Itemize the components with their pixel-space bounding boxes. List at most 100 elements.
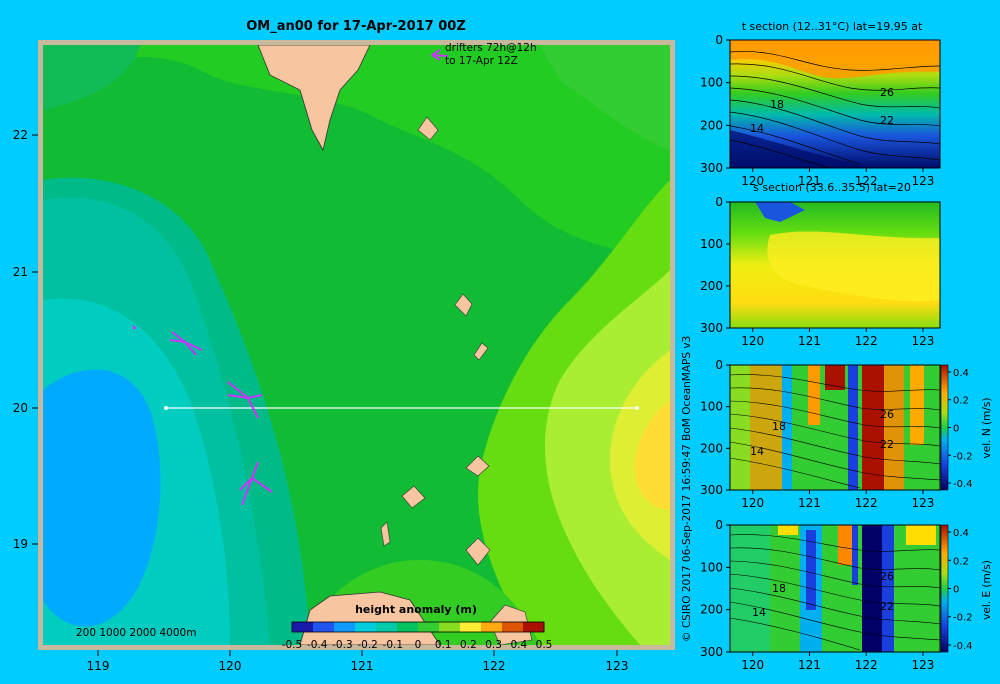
height-colorbar-swatch	[376, 622, 398, 632]
section-y-tick-label: 100	[700, 560, 723, 574]
section-x-tick-label: 123	[912, 174, 935, 188]
section-y-tick-label: 300	[700, 483, 723, 497]
velocity-colorbar-tick-label: 0	[953, 424, 959, 435]
velocity-band	[884, 365, 904, 490]
map-x-tick-label: 119	[87, 659, 110, 673]
section-x-tick-label: 120	[741, 334, 764, 348]
section-x-tick-label: 120	[741, 658, 764, 672]
height-colorbar-title: height anomaly (m)	[355, 603, 477, 616]
height-colorbar-tick-label: 0.4	[510, 639, 527, 651]
section-x-tick-label: 121	[798, 496, 821, 510]
height-colorbar-tick-label: 0.5	[536, 639, 553, 651]
map-y-tick-label: 20	[13, 401, 28, 415]
map-x-tick-label: 120	[219, 659, 242, 673]
section-x-tick-label: 121	[798, 334, 821, 348]
section-1-title: t section (12..31°C) lat=19.95 at	[742, 20, 923, 33]
contour-label: 26	[880, 86, 894, 99]
height-colorbar-tick-label: -0.3	[332, 639, 353, 651]
section-y-tick-label: 100	[700, 400, 723, 414]
height-colorbar-swatch	[481, 622, 503, 632]
velocity-colorbar-tick-label: -0.4	[953, 641, 973, 652]
contour-label: 26	[880, 408, 894, 421]
section-x-tick-label: 123	[912, 496, 935, 510]
velocity-band	[808, 365, 820, 425]
contour-label: 14	[750, 445, 764, 458]
drifter-label-line1: drifters 72h@12h	[445, 42, 537, 54]
section-y-tick-label: 0	[715, 358, 723, 372]
map-x-tick-label: 123	[606, 659, 629, 673]
contour-label: 22	[880, 438, 894, 451]
height-colorbar-swatch	[460, 622, 482, 632]
height-colorbar-swatch	[439, 622, 461, 632]
velocity-colorbar-tick-label: 0.2	[953, 396, 969, 407]
contour-label: 18	[772, 420, 786, 433]
velocity-colorbar-tick-label: 0.4	[953, 368, 969, 379]
height-colorbar-tick-label: -0.5	[282, 639, 303, 651]
velocity-band	[882, 525, 894, 652]
height-colorbar-tick-label: -0.1	[383, 639, 404, 651]
section-x-tick-label: 121	[798, 658, 821, 672]
contour-label: 22	[880, 114, 894, 127]
velocity-band	[730, 365, 750, 490]
section-4-colorbar-ticks: 0.4 0.2 0 -0.2 -0.4	[948, 528, 973, 652]
velocity-colorbar-tick-label: 0.4	[953, 528, 969, 539]
velocity-band	[862, 365, 884, 490]
velocity-band	[910, 365, 924, 445]
section-4-colorbar-label: vel. E (m/s)	[981, 560, 993, 620]
contour-label: 18	[772, 582, 786, 595]
map-y-tick-label: 21	[13, 265, 28, 279]
section-3-colorbar-label: vel. N (m/s)	[981, 398, 993, 459]
section-x-tick-label: 122	[855, 496, 878, 510]
section-y-tick-label: 0	[715, 518, 723, 532]
map-x-axis: 119 120 121 122 123	[87, 650, 629, 673]
section-3-colorbar	[940, 364, 949, 491]
height-colorbar-ticks: -0.5 -0.4 -0.3 -0.2 -0.1 0 0.1 0.2 0.3 0.4 0.5	[282, 639, 553, 651]
height-colorbar-swatch	[334, 622, 356, 632]
map-y-tick-label: 19	[13, 537, 28, 551]
velocity-band	[852, 525, 858, 585]
map-x-tick-label: 122	[483, 659, 506, 673]
section-y-tick-label: 200	[700, 603, 723, 617]
section-y-tick-label: 300	[700, 161, 723, 175]
velocity-colorbar-tick-label: 0.2	[953, 556, 969, 567]
section-velocity-east: 26 22 18 14 120 121 122 1230100200300 0.40.…	[700, 518, 993, 672]
main-map-title: OM_an00 for 17-Apr-2017 00Z	[246, 19, 466, 34]
section-y-tick-label: 200	[700, 279, 723, 293]
contour-label: 18	[770, 98, 784, 111]
section-y-tick-label: 0	[715, 195, 723, 209]
main-map: OM_an00 for 17-Apr-2017 00Z drifters 72h…	[13, 19, 675, 673]
contour-label: 14	[752, 606, 766, 619]
height-colorbar-swatch	[313, 622, 335, 632]
section-2-title: s section (33.6..35.5) lat=20	[753, 181, 911, 194]
section-y-tick-label: 0	[715, 33, 723, 47]
velocity-colorbar-tick-label: -0.2	[953, 451, 973, 462]
velocity-colorbar-tick-label: -0.4	[953, 479, 973, 490]
height-colorbar-tick-label: 0.2	[460, 639, 477, 651]
velocity-band	[778, 525, 798, 535]
velocity-band	[838, 525, 852, 565]
section-y-tick-label: 200	[700, 118, 723, 132]
section-y-tick-label: 300	[700, 321, 723, 335]
drifter-label-line2: to 17-Apr 12Z	[445, 55, 518, 67]
section-velocity-north: 26 22 18 14 120 121 122 1230100200300 0.40.…	[700, 358, 993, 510]
section-y-tick-label: 300	[700, 645, 723, 659]
height-colorbar-swatches	[292, 622, 545, 632]
height-colorbar-tick-label: 0.1	[435, 639, 452, 651]
section-y-tick-label: 200	[700, 441, 723, 455]
height-colorbar-swatch	[502, 622, 524, 632]
height-colorbar-tick-label: 0	[415, 639, 422, 651]
height-colorbar-tick-label: -0.2	[357, 639, 378, 651]
credit-text: © CSIRO 2017 06-Sep-2017 16:59:47 BoM Oc…	[681, 336, 693, 642]
height-colorbar-tick-label: 0.3	[485, 639, 502, 651]
section-x-tick-label: 123	[912, 334, 935, 348]
figure-canvas: OM_an00 for 17-Apr-2017 00Z drifters 72h…	[13, 19, 993, 673]
map-y-axis: 22 21 20 19	[13, 128, 38, 551]
section-y-tick-label: 100	[700, 237, 723, 251]
height-colorbar-swatch	[355, 622, 377, 632]
section-y-tick-label: 100	[700, 76, 723, 90]
section-3-colorbar-ticks: 0.4 0.2 0 -0.2 -0.4	[948, 368, 973, 490]
height-colorbar-swatch	[523, 622, 545, 632]
section-salinity: s section (33.6..35.5) lat=20 120 121 122 1…	[700, 181, 941, 348]
section-x-tick-label: 122	[855, 334, 878, 348]
height-colorbar-swatch	[292, 622, 314, 632]
